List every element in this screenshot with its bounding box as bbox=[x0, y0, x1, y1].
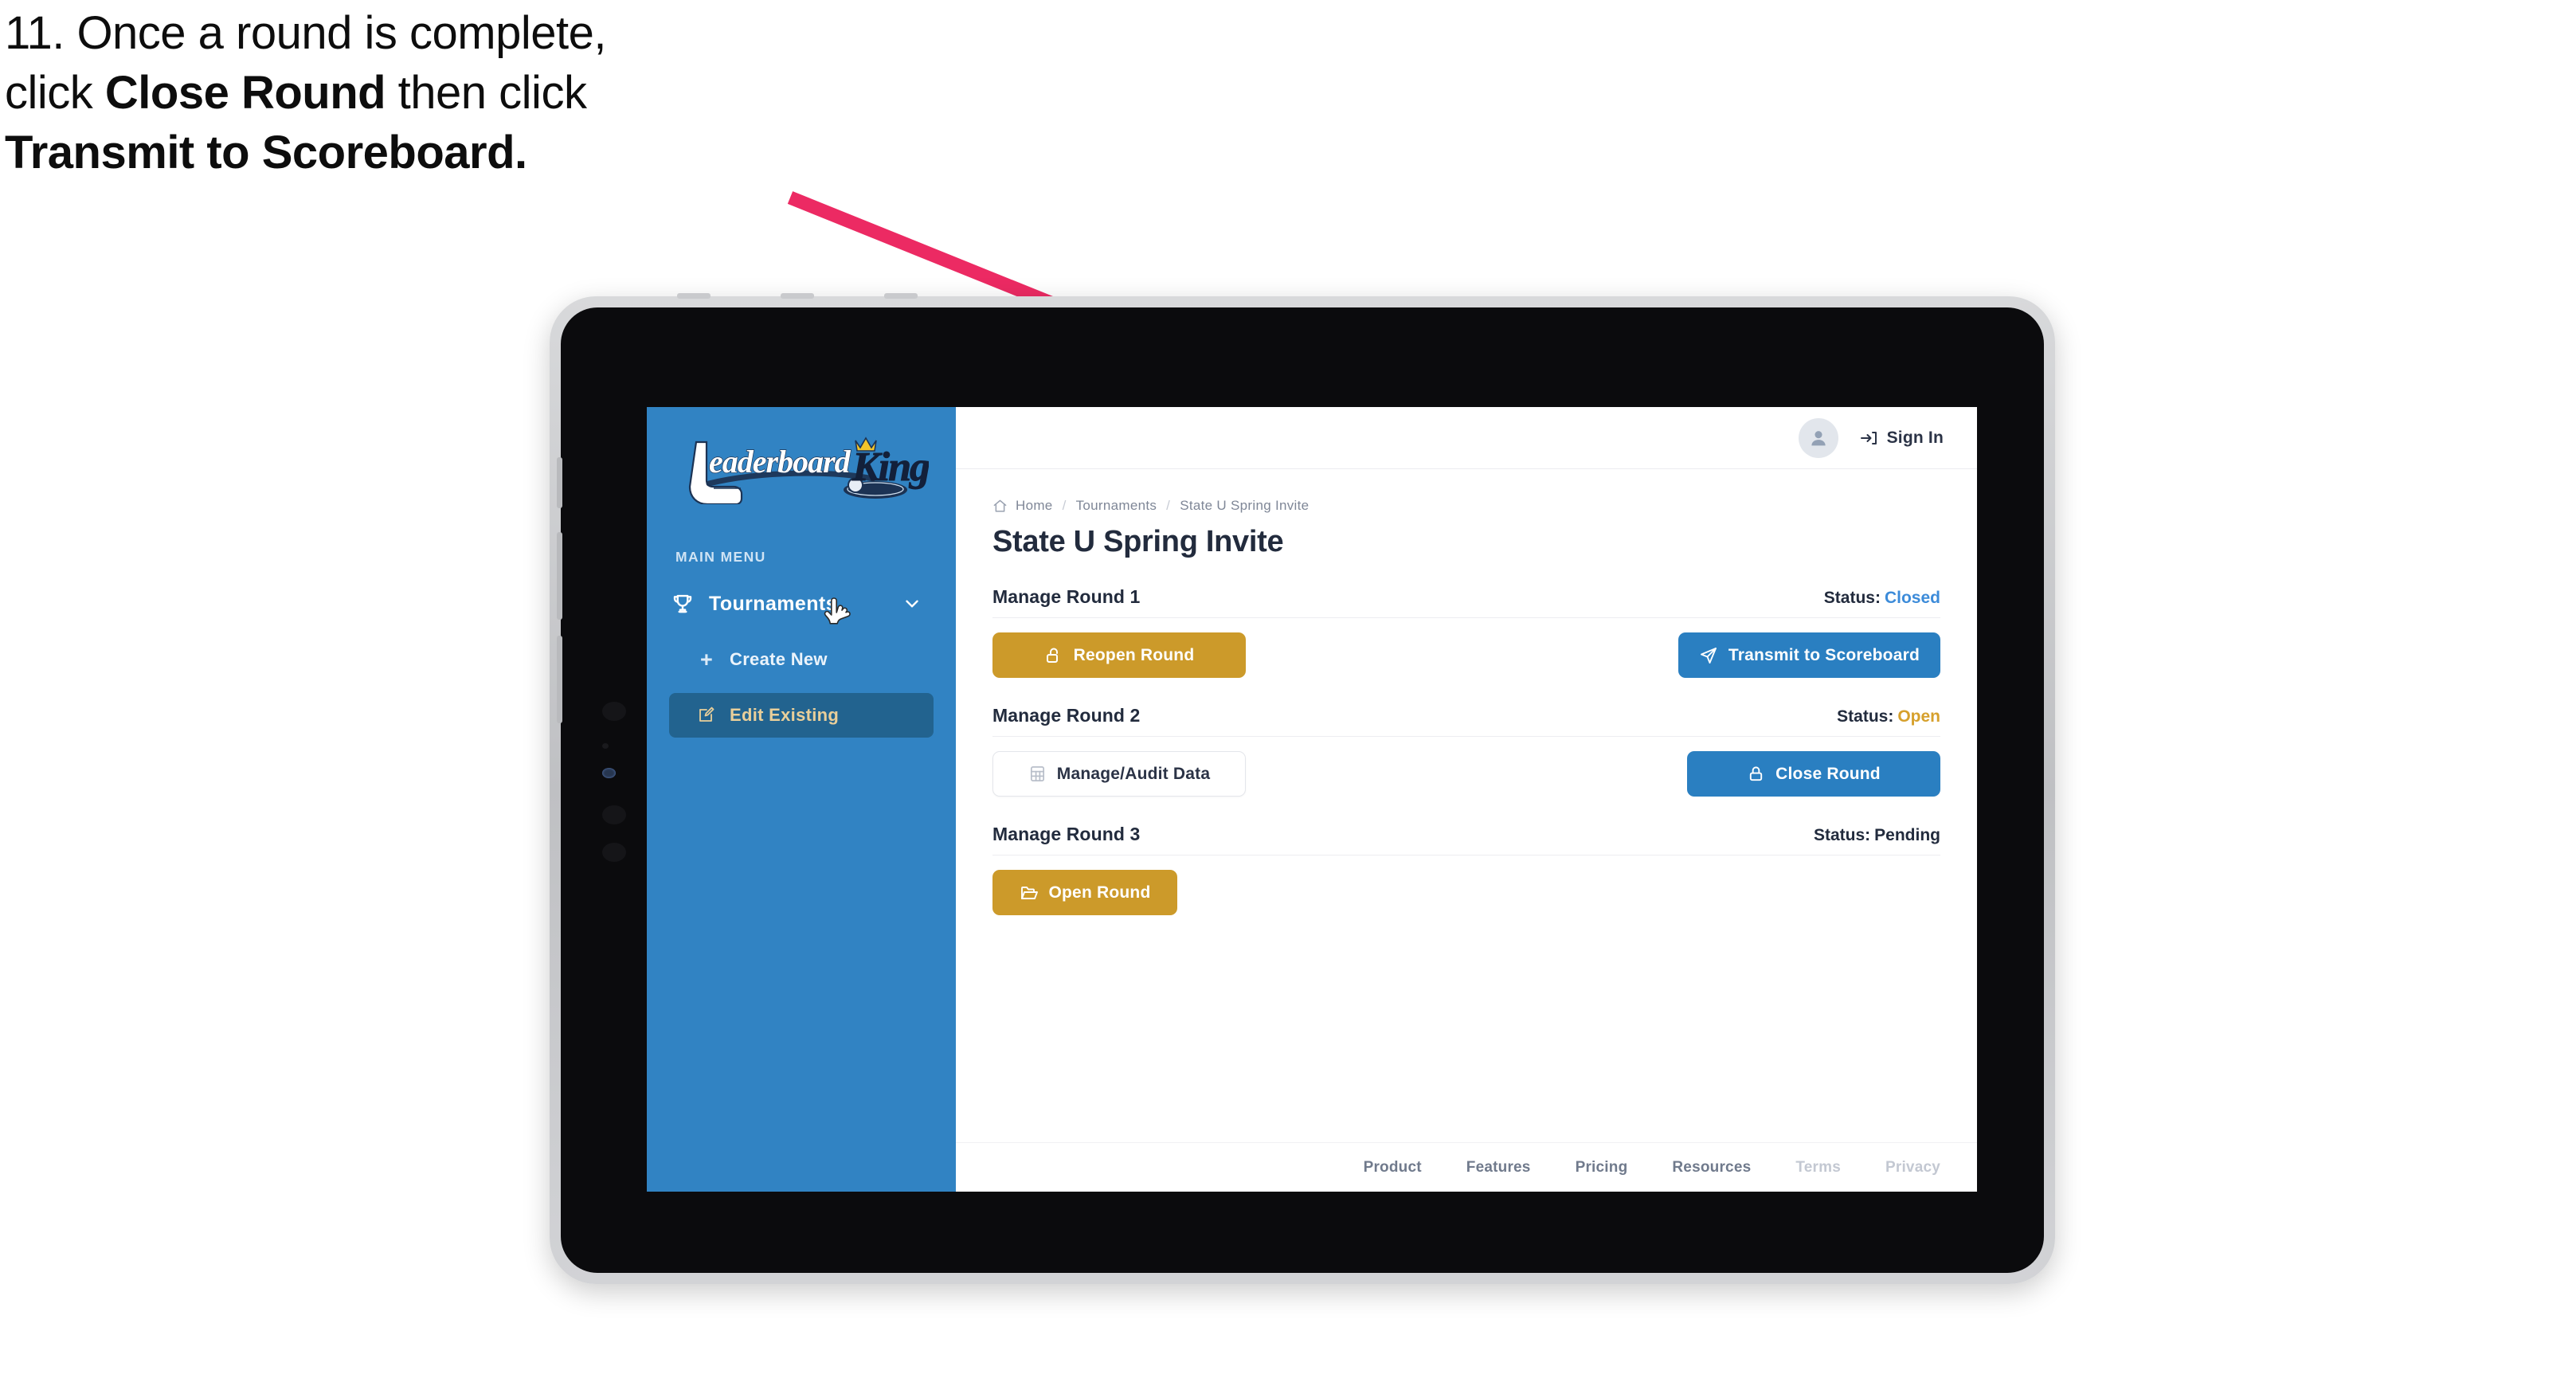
round-section-3: Manage Round 3 Status: Pending Open Roun… bbox=[992, 824, 1940, 915]
device-button-power[interactable] bbox=[557, 457, 562, 508]
trophy-icon bbox=[671, 592, 698, 616]
footer-link-resources[interactable]: Resources bbox=[1672, 1159, 1751, 1177]
device-button-volume-down[interactable] bbox=[557, 636, 562, 723]
status-label: Status: bbox=[1823, 589, 1881, 607]
front-camera-icon bbox=[602, 768, 616, 778]
chevron-down-icon[interactable] bbox=[902, 593, 922, 614]
device-sensor-dot bbox=[602, 743, 609, 749]
svg-text:King: King bbox=[851, 444, 929, 490]
caption-line2-post: then click bbox=[386, 67, 587, 119]
unlock-icon bbox=[1044, 646, 1063, 665]
pointing-hand-cursor bbox=[824, 597, 851, 624]
device-speaker-dot bbox=[602, 702, 626, 721]
table-icon bbox=[1028, 765, 1047, 783]
round-header: Manage Round 3 Status: Pending bbox=[992, 824, 1940, 855]
home-icon[interactable] bbox=[992, 499, 1008, 514]
round-title: Manage Round 2 bbox=[992, 705, 1141, 726]
round-section-2: Manage Round 2 Status: Open Manage/Audit… bbox=[992, 705, 1940, 797]
footer-link-product[interactable]: Product bbox=[1364, 1159, 1422, 1177]
breadcrumb-item-tournaments[interactable]: Tournaments bbox=[1076, 498, 1157, 514]
breadcrumb-separator: / bbox=[1166, 498, 1171, 513]
round-header: Manage Round 1 Status: Closed bbox=[992, 586, 1940, 618]
round-actions: Manage/Audit Data Close Round bbox=[992, 751, 1940, 797]
sign-in-label: Sign In bbox=[1886, 428, 1944, 447]
round-title: Manage Round 3 bbox=[992, 824, 1141, 844]
footer-link-features[interactable]: Features bbox=[1466, 1159, 1531, 1177]
caption-line2-bold: Close Round bbox=[104, 67, 386, 119]
top-bar: Sign In bbox=[956, 407, 1977, 469]
open-round-button[interactable]: Open Round bbox=[992, 870, 1177, 915]
sidebar-item-tournaments[interactable]: Tournaments bbox=[671, 583, 934, 624]
round-actions: Open Round bbox=[992, 870, 1940, 915]
edit-square-icon bbox=[693, 706, 720, 725]
button-label: Manage/Audit Data bbox=[1056, 764, 1211, 783]
status-value: Pending bbox=[1874, 826, 1940, 844]
sidebar-item-label: Tournaments bbox=[709, 592, 837, 615]
sign-in-icon bbox=[1859, 429, 1878, 448]
folder-open-icon bbox=[1020, 883, 1039, 902]
status-value: Open bbox=[1897, 707, 1940, 726]
avatar[interactable] bbox=[1798, 417, 1838, 458]
breadcrumb: Home / Tournaments / State U Spring Invi… bbox=[992, 498, 1940, 514]
reopen-round-button[interactable]: Reopen Round bbox=[992, 632, 1246, 678]
sign-in-button[interactable]: Sign In bbox=[1859, 429, 1944, 448]
device-button-volume-up[interactable] bbox=[557, 532, 562, 620]
plus-icon: + bbox=[699, 647, 714, 671]
sidebar-section-label: MAIN MENU bbox=[675, 549, 766, 565]
status-badge: Status: Open bbox=[1837, 707, 1940, 726]
page-title: State U Spring Invite bbox=[992, 525, 1284, 558]
caption-line-1: 11. Once a round is complete, bbox=[5, 7, 606, 59]
app-screen: eaderboard King MAIN MENU Tournaments + … bbox=[647, 407, 1977, 1192]
footer-link-pricing[interactable]: Pricing bbox=[1576, 1159, 1628, 1177]
status-value: Closed bbox=[1884, 589, 1940, 607]
app-logo: eaderboard King bbox=[674, 431, 932, 506]
breadcrumb-item-current: State U Spring Invite bbox=[1180, 498, 1310, 513]
button-label: Open Round bbox=[1048, 883, 1151, 902]
lock-icon bbox=[1747, 765, 1765, 783]
button-label: Transmit to Scoreboard bbox=[1728, 645, 1920, 664]
tablet-device: eaderboard King MAIN MENU Tournaments + … bbox=[550, 293, 2055, 1284]
manage-audit-data-button[interactable]: Manage/Audit Data bbox=[992, 751, 1246, 797]
instruction-caption: 11. Once a round is complete, click Clos… bbox=[5, 10, 865, 189]
send-icon bbox=[1699, 646, 1718, 665]
status-label: Status: bbox=[1837, 707, 1894, 726]
device-speaker-dot bbox=[602, 843, 626, 862]
device-speaker-dot bbox=[602, 805, 626, 824]
round-section-1: Manage Round 1 Status: Closed Reopen Rou… bbox=[992, 586, 1940, 678]
sidebar-item-label: Create New bbox=[730, 649, 828, 669]
caption-line3-bold: Transmit to Scoreboard. bbox=[5, 127, 527, 179]
status-badge: Status: Pending bbox=[1814, 826, 1940, 845]
content-body: Home / Tournaments / State U Spring Invi… bbox=[956, 469, 1977, 1142]
main-content: Sign In Home / Tournaments / State U Spr… bbox=[956, 407, 1977, 1192]
footer-link-privacy[interactable]: Privacy bbox=[1885, 1159, 1940, 1177]
round-header: Manage Round 2 Status: Open bbox=[992, 705, 1940, 737]
footer: Product Features Pricing Resources Terms… bbox=[956, 1142, 1977, 1192]
sidebar-item-label: Edit Existing bbox=[730, 705, 840, 725]
status-label: Status: bbox=[1813, 826, 1871, 844]
caption-line-2: click Close Round then click bbox=[5, 69, 865, 116]
tablet-bezel: eaderboard King MAIN MENU Tournaments + … bbox=[557, 307, 2044, 1273]
sidebar-item-create-new[interactable]: + Create New bbox=[669, 637, 934, 682]
sidebar-item-edit-existing[interactable]: Edit Existing bbox=[669, 693, 934, 738]
button-label: Close Round bbox=[1775, 764, 1881, 783]
round-title: Manage Round 1 bbox=[992, 586, 1141, 607]
round-actions: Reopen Round Transmit to Scoreboard bbox=[992, 632, 1940, 678]
footer-link-terms[interactable]: Terms bbox=[1795, 1159, 1841, 1177]
caption-line2-pre: click bbox=[5, 67, 105, 119]
transmit-to-scoreboard-button[interactable]: Transmit to Scoreboard bbox=[1678, 632, 1940, 678]
button-label: Reopen Round bbox=[1073, 645, 1195, 664]
screenshot-canvas: 11. Once a round is complete, click Clos… bbox=[0, 0, 2576, 1386]
svg-text:eaderboard: eaderboard bbox=[709, 444, 851, 480]
caption-line-3: Transmit to Scoreboard. bbox=[5, 129, 865, 176]
status-badge: Status: Closed bbox=[1824, 589, 1940, 608]
close-round-button[interactable]: Close Round bbox=[1687, 751, 1940, 797]
breadcrumb-item-home[interactable]: Home bbox=[1016, 498, 1053, 514]
sidebar: eaderboard King MAIN MENU Tournaments + … bbox=[647, 407, 956, 1192]
breadcrumb-separator: / bbox=[1062, 498, 1067, 513]
